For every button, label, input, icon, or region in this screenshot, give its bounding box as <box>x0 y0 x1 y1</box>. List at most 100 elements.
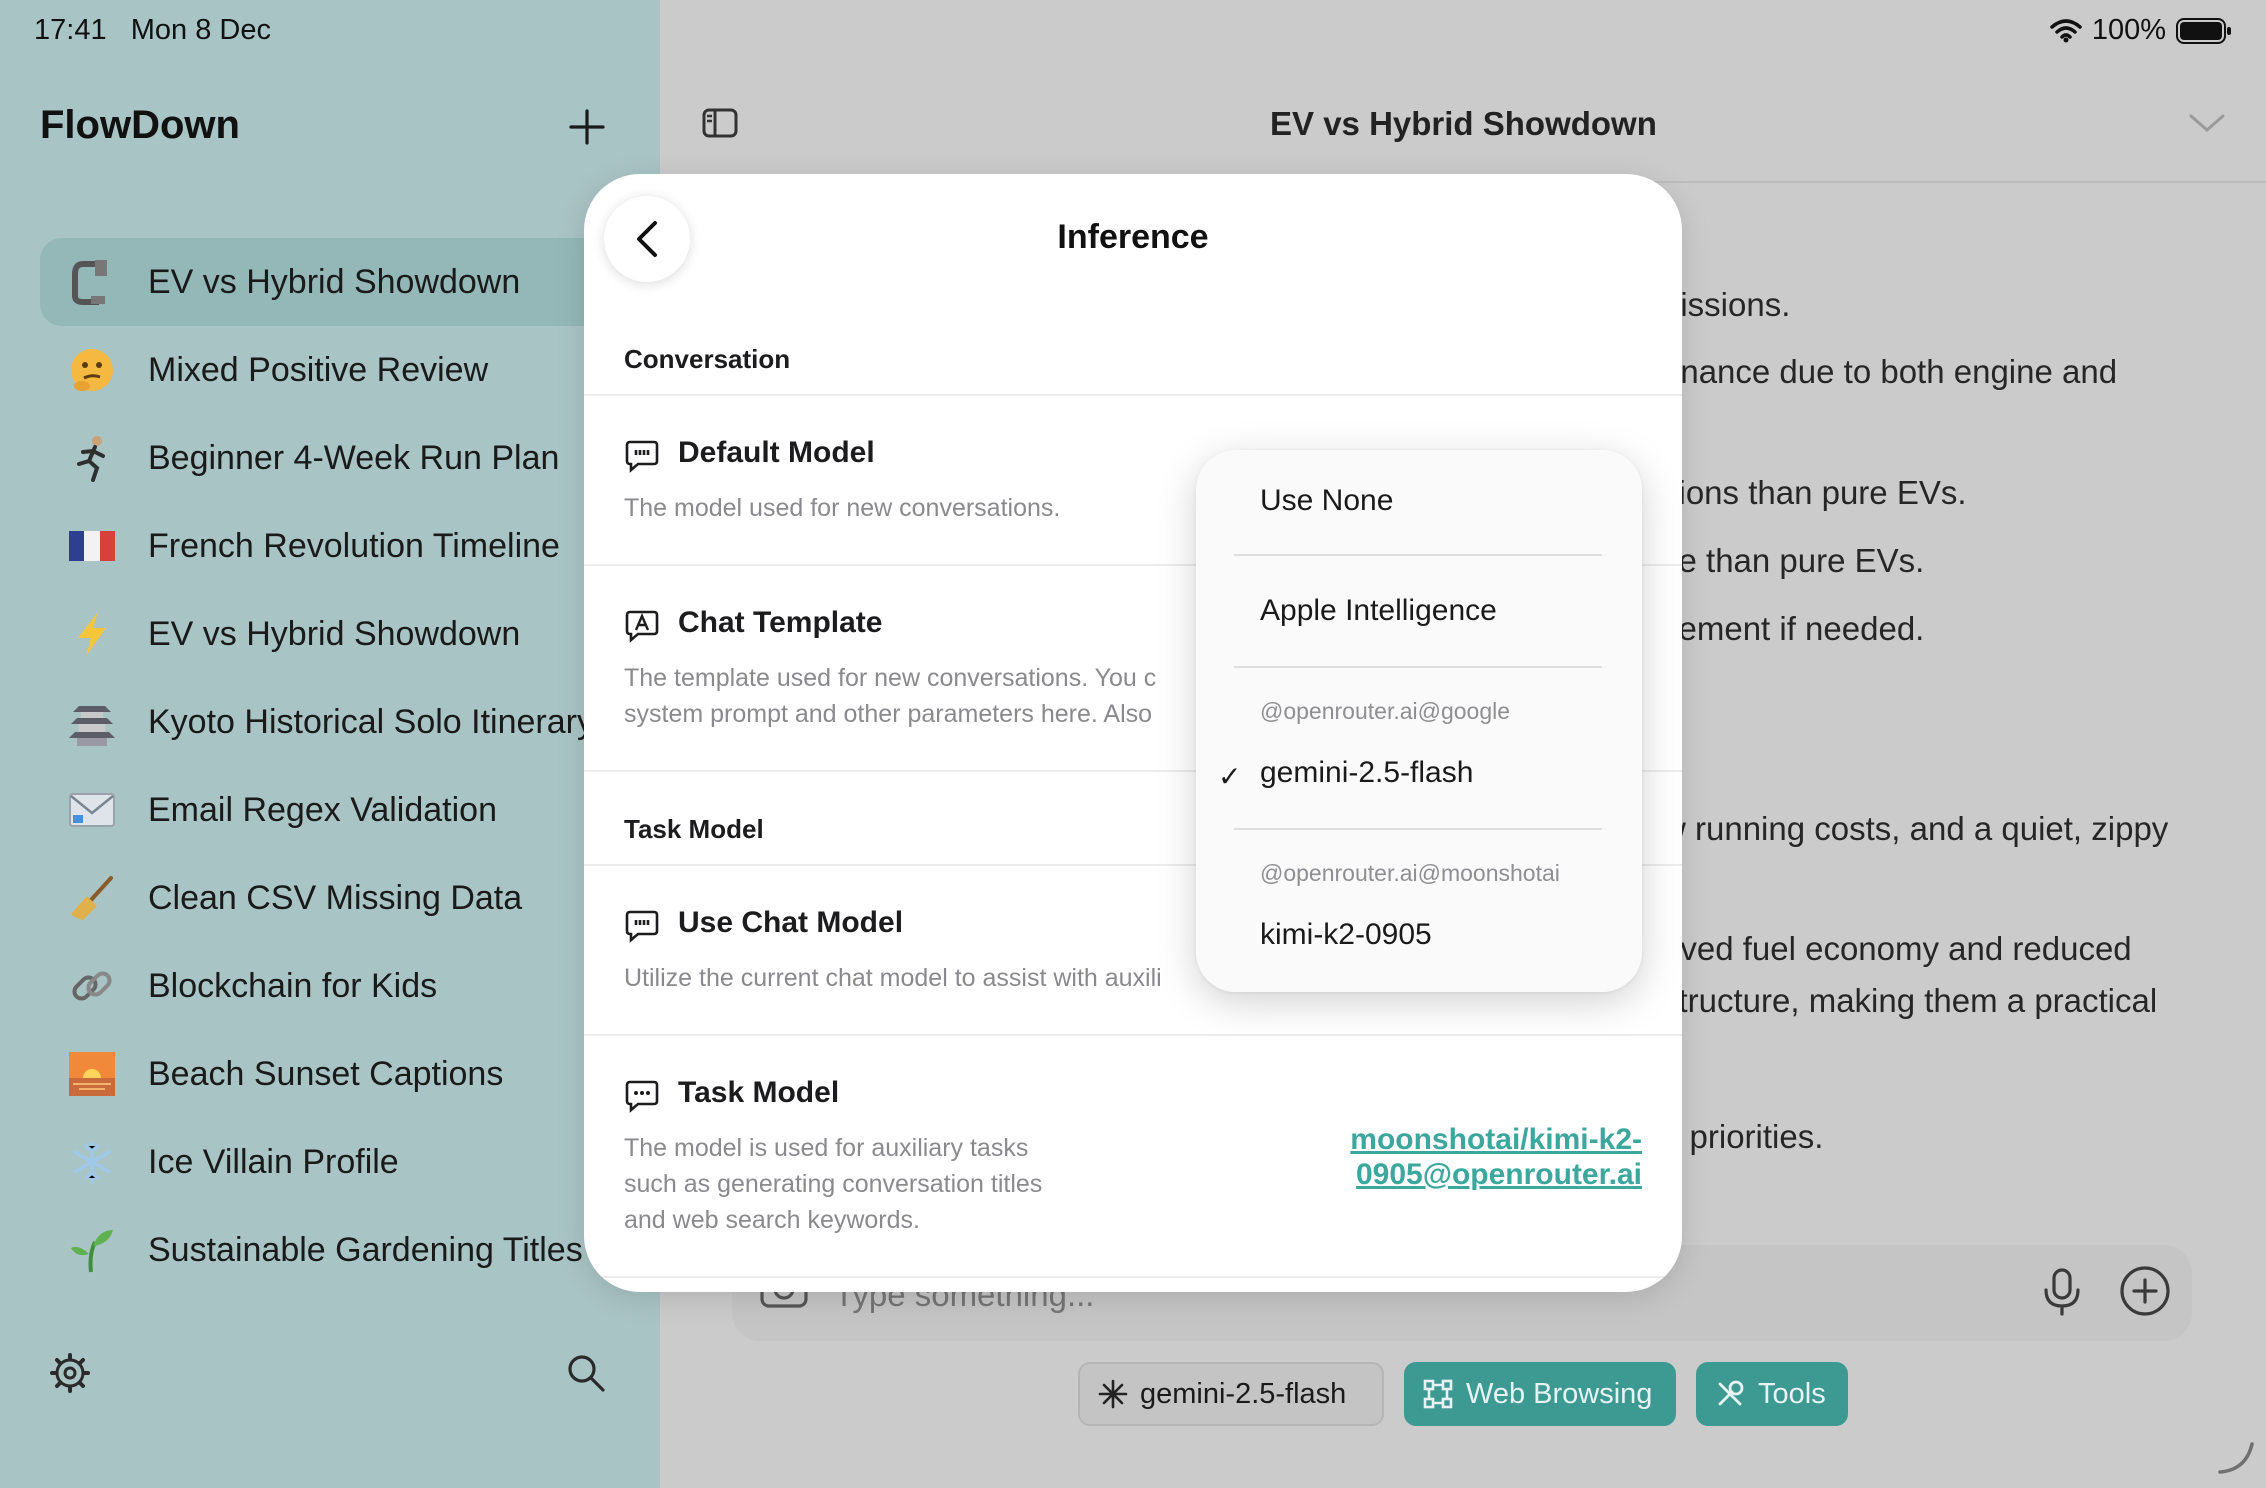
conversation-label: Beginner 4-Week Run Plan <box>148 438 560 477</box>
wifi-icon <box>2050 18 2082 42</box>
menu-item-kimi[interactable]: kimi-k2-0905 <box>1260 918 1432 952</box>
menu-item-apple-intelligence[interactable]: Apple Intelligence <box>1260 594 1497 628</box>
task-model-title: Task Model <box>678 1076 840 1109</box>
new-conversation-button[interactable] <box>566 106 608 148</box>
menu-separator <box>1234 828 1602 830</box>
france-flag-icon <box>66 520 118 572</box>
conversation-label: Beach Sunset Captions <box>148 1054 504 1093</box>
conversation-label: EV vs Hybrid Showdown <box>148 262 521 301</box>
message-text: w running costs, and a quiet, zippy <box>1662 810 2169 847</box>
conversation-label: Mixed Positive Review <box>148 350 489 389</box>
message-text: oved fuel economy and reduced <box>1662 930 2132 967</box>
broom-icon <box>66 872 118 924</box>
title-menu-button[interactable] <box>2188 112 2226 139</box>
conversation-item[interactable]: EV vs Hybrid Showdown <box>40 590 660 678</box>
plus-circle-icon <box>2120 1266 2170 1316</box>
settings-button[interactable] <box>50 1353 90 1393</box>
menu-separator <box>1234 666 1602 668</box>
corner-grip-icon <box>2218 1442 2254 1474</box>
sidebar-icon <box>702 108 738 138</box>
app-title: FlowDown <box>40 103 240 147</box>
conversation-label: EV vs Hybrid Showdown <box>148 614 521 653</box>
task-model-value-link[interactable]: moonshotai/kimi-k2-0905@openrouter.ai <box>1282 1122 1642 1192</box>
status-indicators: 100% <box>2050 14 2232 47</box>
microphone-icon <box>2044 1268 2080 1316</box>
message-text: sions than pure EVs. <box>1662 474 1967 511</box>
conversation-item[interactable]: Sustainable Gardening Titles <box>40 1206 660 1294</box>
conversation-label: Sustainable Gardening Titles <box>148 1230 583 1269</box>
chat-bubble-dots-icon <box>625 1080 659 1113</box>
status-time: 17:41 Mon 8 Dec <box>34 14 271 46</box>
battery-percent: 100% <box>2091 14 2166 46</box>
conversation-label: Kyoto Historical Solo Itinerary <box>148 702 594 741</box>
gear-icon <box>50 1353 90 1393</box>
conversation-label: Clean CSV Missing Data <box>148 878 523 917</box>
seedling-icon <box>66 1224 118 1276</box>
chat-template-desc-1: The template used for new conversations.… <box>624 664 1157 692</box>
default-model-title: Default Model <box>678 436 875 469</box>
default-model-desc: The model used for new conversations. <box>624 494 1061 522</box>
search-icon <box>568 1355 605 1392</box>
clamp-icon <box>66 256 118 308</box>
sidebar: 17:41 Mon 8 Dec FlowDown EV vs Hybrid Sh… <box>0 0 660 1488</box>
web-browsing-chip[interactable]: Web Browsing <box>1404 1362 1676 1426</box>
section-header-conversation: Conversation <box>624 344 791 374</box>
menu-group-moonshot: @openrouter.ai@moonshotai <box>1260 860 1560 886</box>
menu-group-google: @openrouter.ai@google <box>1260 698 1511 724</box>
asterisk-icon <box>1098 1379 1128 1409</box>
message-text: cement if needed. <box>1662 610 1925 647</box>
conversation-label: French Revolution Timeline <box>148 526 560 565</box>
conversation-item[interactable]: Beginner 4-Week Run Plan <box>40 414 660 502</box>
network-icon <box>1423 1379 1453 1409</box>
conversation-item[interactable]: Ice Villain Profile <box>40 1118 660 1206</box>
use-chat-model-desc: Utilize the current chat model to assist… <box>624 964 1162 992</box>
lightning-icon <box>66 608 118 660</box>
chat-template-desc-2: system prompt and other parameters here.… <box>624 700 1153 728</box>
conversation-item[interactable]: French Revolution Timeline <box>40 502 660 590</box>
message-text: ve than pure EVs. <box>1662 542 1925 579</box>
chat-template-title: Chat Template <box>678 606 883 639</box>
plus-icon <box>569 109 605 145</box>
menu-item-use-none[interactable]: Use None <box>1260 484 1393 518</box>
conversation-item[interactable]: Mixed Positive Review <box>40 326 660 414</box>
menu-separator <box>1234 554 1602 556</box>
message-text: d priorities. <box>1662 1118 1824 1155</box>
task-model-desc-2: such as generating conversation titles <box>624 1170 1043 1198</box>
chat-bubble-quote-icon <box>625 440 659 473</box>
conversation-label: Blockchain for Kids <box>148 966 438 1005</box>
model-chip-label: gemini-2.5-flash <box>1140 1377 1347 1410</box>
divider <box>584 1034 1682 1036</box>
conversation-item[interactable]: EV vs Hybrid Showdown <box>40 238 660 326</box>
section-header-task-model: Task Model <box>624 814 764 844</box>
task-model-desc-1: The model is used for auxiliary tasks <box>624 1134 1029 1162</box>
wrench-icon <box>1718 1380 1744 1406</box>
resize-handle[interactable] <box>2216 1440 2256 1481</box>
pagoda-icon <box>66 696 118 748</box>
conversation-item[interactable]: Email Regex Validation <box>40 766 660 854</box>
conversation-item[interactable]: Beach Sunset Captions <box>40 1030 660 1118</box>
message-text: structure, making them a practical <box>1662 982 2158 1019</box>
microphone-button[interactable] <box>2040 1266 2084 1323</box>
tools-chip[interactable]: Tools <box>1696 1362 1848 1426</box>
conversation-label: Ice Villain Profile <box>148 1142 399 1181</box>
model-chip[interactable]: gemini-2.5-flash <box>1078 1362 1384 1426</box>
envelope-icon <box>66 784 118 836</box>
add-attachment-button[interactable] <box>2118 1264 2172 1323</box>
conversation-item[interactable]: Blockchain for Kids <box>40 942 660 1030</box>
model-picker-menu: Use None Apple Intelligence @openrouter.… <box>1196 450 1642 992</box>
conversation-item[interactable]: Clean CSV Missing Data <box>40 854 660 942</box>
tools-label: Tools <box>1758 1377 1826 1410</box>
web-browsing-label: Web Browsing <box>1466 1377 1653 1410</box>
runner-icon <box>66 432 118 484</box>
use-chat-model-title: Use Chat Model <box>678 906 904 939</box>
sidebar-toggle-button[interactable] <box>702 108 738 143</box>
chat-bubble-a-icon <box>625 610 659 643</box>
divider <box>584 394 1682 396</box>
link-icon <box>66 960 118 1012</box>
search-button[interactable] <box>566 1353 606 1393</box>
checkmark-icon: ✓ <box>1218 761 1242 792</box>
chevron-down-icon <box>2189 114 2225 132</box>
thinking-face-icon <box>66 344 118 396</box>
conversation-item[interactable]: Kyoto Historical Solo Itinerary <box>40 678 660 766</box>
menu-item-gemini[interactable]: gemini-2.5-flash <box>1260 756 1473 790</box>
